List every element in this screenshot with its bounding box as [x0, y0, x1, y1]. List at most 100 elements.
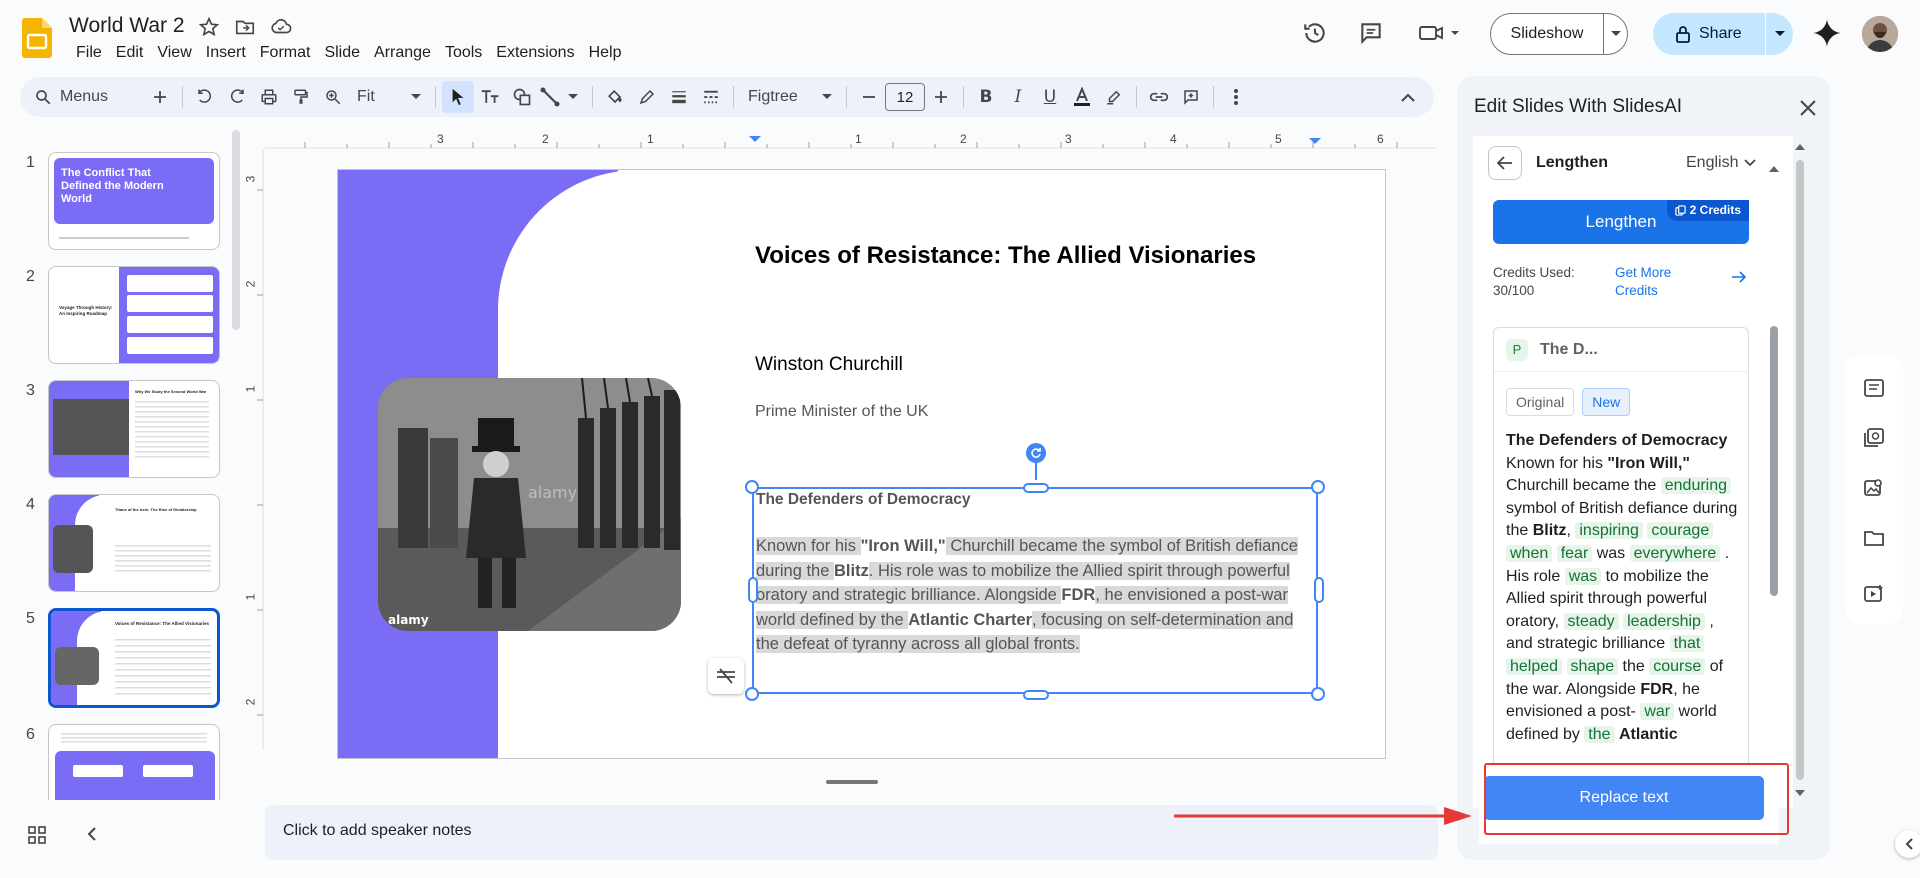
undo-icon[interactable]	[189, 81, 221, 113]
resize-handle-top-right[interactable]	[1311, 480, 1325, 494]
slide-thumbnail-2[interactable]: Voyage Through History: An Inspiring Roa…	[48, 266, 220, 364]
text-box-heading[interactable]: The Defenders of Democracy	[756, 491, 971, 509]
content-scrollbar[interactable]	[1768, 136, 1780, 706]
slideshow-button[interactable]: Slideshow	[1490, 13, 1628, 55]
share-dropdown-icon[interactable]	[1766, 30, 1793, 38]
tab-original[interactable]: Original	[1506, 388, 1575, 416]
select-cursor-icon[interactable]	[442, 81, 474, 113]
lengthen-button[interactable]: Lengthen 2 Credits	[1493, 200, 1749, 244]
resize-handle-bottom[interactable]	[1023, 690, 1049, 700]
redo-icon[interactable]	[221, 81, 253, 113]
keep-notes-icon[interactable]	[1861, 375, 1887, 401]
grid-view-icon[interactable]	[28, 826, 46, 847]
version-history-icon[interactable]	[1300, 18, 1330, 48]
present-addon-icon[interactable]	[1861, 581, 1887, 607]
collapse-toolbar-icon[interactable]	[1392, 81, 1424, 113]
resize-handle-left[interactable]	[748, 577, 758, 603]
menu-arrange[interactable]: Arrange	[367, 42, 438, 64]
menu-insert[interactable]: Insert	[199, 42, 253, 64]
font-size-input[interactable]: 12	[885, 83, 925, 111]
resize-handle-bottom-left[interactable]	[745, 687, 759, 701]
vertical-ruler[interactable]: 3 2 1 1 2	[243, 150, 265, 750]
menu-help[interactable]: Help	[582, 42, 629, 64]
resize-handle-top-left[interactable]	[745, 480, 759, 494]
slide-canvas[interactable]: Voices of Resistance: The Allied Visiona…	[337, 169, 1386, 759]
star-icon[interactable]	[198, 16, 220, 38]
text-color-icon[interactable]	[1066, 81, 1098, 113]
menu-format[interactable]: Format	[253, 42, 318, 64]
italic-icon[interactable]: I	[1002, 81, 1034, 113]
arrow-right-icon[interactable]	[1731, 270, 1747, 286]
menu-view[interactable]: View	[150, 42, 198, 64]
folder-icon[interactable]	[1861, 525, 1887, 551]
shape-icon[interactable]	[506, 81, 538, 113]
border-dash-icon[interactable]	[695, 81, 727, 113]
selected-text-box[interactable]: The Defenders of Democracy Known for his…	[752, 487, 1318, 694]
rotate-handle-icon[interactable]	[1026, 443, 1046, 463]
bold-icon[interactable]: B	[970, 81, 1002, 113]
slides-library-icon[interactable]	[1861, 425, 1887, 451]
churchill-photo[interactable]: alamy alamy	[378, 378, 681, 631]
horizontal-ruler[interactable]: 3 2 1 1 2 3 4 5 6	[265, 130, 1435, 150]
new-slide-plus-icon[interactable]	[144, 81, 176, 113]
increase-font-size-icon[interactable]	[925, 81, 957, 113]
filmstrip-scrollbar[interactable]	[232, 130, 240, 330]
font-select[interactable]: Figtree	[740, 81, 840, 113]
slide-person-role[interactable]: Prime Minister of the UK	[755, 403, 928, 421]
fill-color-icon[interactable]	[599, 81, 631, 113]
gemini-icon[interactable]	[1812, 18, 1842, 48]
language-select[interactable]: English	[1686, 154, 1757, 172]
underline-icon[interactable]: U	[1034, 81, 1066, 113]
slide-thumbnail-4[interactable]: Titans of the Axis: The Rise of Dictator…	[48, 494, 220, 592]
slides-logo-icon[interactable]	[22, 18, 52, 58]
tab-new[interactable]: New	[1582, 388, 1631, 416]
resize-handle-right[interactable]	[1314, 577, 1324, 603]
insert-link-icon[interactable]	[1143, 81, 1175, 113]
line-icon[interactable]	[538, 81, 586, 113]
slide-title[interactable]: Voices of Resistance: The Allied Visiona…	[755, 242, 1256, 270]
resize-handle-top[interactable]	[1023, 483, 1049, 493]
chevron-left-icon[interactable]	[1895, 830, 1920, 858]
meet-video-icon[interactable]	[1416, 18, 1468, 48]
panel-scrollbar[interactable]	[1793, 140, 1807, 800]
menus-search[interactable]: Menus	[34, 81, 144, 113]
move-folder-icon[interactable]	[234, 16, 256, 38]
slide-thumbnail-1[interactable]: The Conflict That Defined the Modern Wor…	[48, 152, 220, 250]
avatar[interactable]	[1862, 16, 1898, 52]
more-options-icon[interactable]	[1220, 81, 1252, 113]
slideshow-dropdown-icon[interactable]	[1604, 30, 1627, 38]
slide-thumbnail-6[interactable]	[48, 724, 220, 800]
highlight-color-icon[interactable]	[1098, 81, 1130, 113]
chevron-left-icon[interactable]	[86, 826, 98, 845]
border-color-icon[interactable]	[631, 81, 663, 113]
speaker-notes-drag-handle[interactable]	[826, 780, 878, 784]
comments-icon[interactable]	[1356, 18, 1386, 48]
clear-formatting-icon[interactable]	[708, 658, 744, 694]
document-title[interactable]: World War 2	[69, 14, 185, 38]
image-search-icon[interactable]	[1861, 475, 1887, 501]
border-weight-icon[interactable]	[663, 81, 695, 113]
print-icon[interactable]	[253, 81, 285, 113]
menu-file[interactable]: File	[69, 42, 109, 64]
decrease-font-size-icon[interactable]	[853, 81, 885, 113]
paint-format-icon[interactable]	[285, 81, 317, 113]
slide-person-name[interactable]: Winston Churchill	[755, 354, 903, 376]
slide-thumbnail-5[interactable]: Voices of Resistance: The Allied Visiona…	[48, 608, 220, 708]
menu-extensions[interactable]: Extensions	[489, 42, 581, 64]
menu-tools[interactable]: Tools	[438, 42, 489, 64]
zoom-icon[interactable]	[317, 81, 349, 113]
close-icon[interactable]	[1793, 93, 1823, 123]
back-arrow-icon[interactable]	[1488, 146, 1522, 180]
share-button[interactable]: Share	[1653, 13, 1793, 55]
slide-thumbnail-3[interactable]: Why We Study the Second World War	[48, 380, 220, 478]
text-box-icon[interactable]	[474, 81, 506, 113]
menu-slide[interactable]: Slide	[317, 42, 367, 64]
share-main[interactable]: Share	[1653, 25, 1765, 43]
menu-edit[interactable]: Edit	[109, 42, 151, 64]
text-box-body[interactable]: Known for his "Iron Will," Churchill bec…	[756, 534, 1316, 657]
insert-comment-icon[interactable]	[1175, 81, 1207, 113]
zoom-select[interactable]: Fit	[349, 81, 429, 113]
resize-handle-bottom-right[interactable]	[1311, 687, 1325, 701]
get-more-credits-link[interactable]: Get More Credits	[1615, 264, 1715, 300]
cloud-saved-icon[interactable]	[270, 16, 292, 38]
